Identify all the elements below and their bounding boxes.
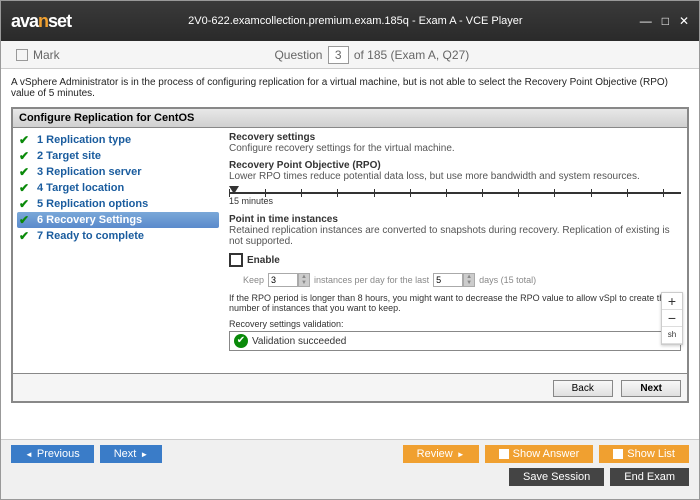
- step-recovery-settings[interactable]: ✔6 Recovery Settings: [17, 212, 219, 228]
- enable-label: Enable: [247, 255, 280, 266]
- step-replication-server[interactable]: ✔3 Replication server: [13, 164, 223, 180]
- slider-value: 15 minutes: [229, 196, 681, 206]
- end-exam-button[interactable]: End Exam: [610, 468, 689, 486]
- validation-msg: Validation succeeded: [252, 336, 346, 347]
- rpo-slider[interactable]: 15 minutes 15 minutes: [229, 192, 681, 206]
- close-icon[interactable]: ✕: [679, 14, 689, 28]
- wizard-content: Recovery settings Configure recovery set…: [223, 128, 687, 373]
- save-session-button[interactable]: Save Session: [509, 468, 604, 486]
- config-panel: Configure Replication for CentOS ✔1 Repl…: [11, 107, 689, 403]
- wizard-buttons: Back Next: [13, 373, 687, 401]
- step-target-site[interactable]: ✔2 Target site: [13, 148, 223, 164]
- wizard-steps: ✔1 Replication type ✔2 Target site ✔3 Re…: [13, 128, 223, 373]
- review-button[interactable]: Review: [403, 445, 479, 463]
- zoom-in-icon[interactable]: +: [662, 293, 682, 310]
- check-icon: ✔: [19, 149, 33, 163]
- spinner-icon[interactable]: ▲▼: [463, 273, 475, 287]
- rpo-title: Recovery Point Objective (RPO): [229, 160, 681, 171]
- config-title: Configure Replication for CentOS: [13, 109, 687, 128]
- question-text: A vSphere Administrator is in the proces…: [1, 69, 699, 107]
- enable-checkbox[interactable]: [229, 253, 243, 267]
- step-ready-complete[interactable]: ✔7 Ready to complete: [13, 228, 223, 244]
- back-button[interactable]: Back: [553, 380, 613, 397]
- next-button[interactable]: Next: [621, 380, 681, 397]
- check-icon: ✔: [19, 213, 33, 227]
- recovery-sub: Configure recovery settings for the virt…: [229, 143, 681, 154]
- enable-row: Enable: [229, 253, 681, 267]
- pit-sub: Retained replication instances are conve…: [229, 225, 681, 247]
- recovery-title: Recovery settings: [229, 132, 681, 143]
- question-indicator: Question 3 of 185 (Exam A, Q27): [60, 46, 684, 64]
- mark-label: Mark: [33, 48, 60, 62]
- spinner-icon[interactable]: ▲▼: [298, 273, 310, 287]
- step-target-location[interactable]: ✔4 Target location: [13, 180, 223, 196]
- days-spinner[interactable]: ▲▼: [433, 273, 475, 287]
- slider-thumb[interactable]: [229, 186, 239, 194]
- question-number: 3: [328, 46, 349, 64]
- minimize-icon[interactable]: —: [640, 14, 652, 28]
- zoom-control: + − sh: [661, 292, 683, 345]
- next-nav-button[interactable]: Next: [100, 445, 163, 463]
- title-bar: avanset 2V0-622.examcollection.premium.e…: [1, 1, 699, 41]
- check-icon: ✔: [19, 165, 33, 179]
- show-list-button[interactable]: Show List: [599, 445, 689, 463]
- footer: Previous Next Review Show Answer Show Li…: [1, 439, 699, 499]
- maximize-icon[interactable]: □: [662, 14, 669, 28]
- app-logo: avanset: [11, 11, 71, 32]
- pit-title: Point in time instances: [229, 214, 681, 225]
- window-title: 2V0-622.examcollection.premium.exam.185q…: [71, 15, 640, 27]
- prev-button[interactable]: Previous: [11, 445, 94, 463]
- zoom-sh[interactable]: sh: [662, 327, 682, 344]
- rpo-note: If the RPO period is longer than 8 hours…: [229, 293, 681, 313]
- mark-checkbox[interactable]: [16, 49, 28, 61]
- check-icon: ✔: [19, 229, 33, 243]
- step-replication-options[interactable]: ✔5 Replication options: [13, 196, 223, 212]
- check-icon: ✔: [19, 197, 33, 211]
- validation-row: ✔ Validation succeeded: [229, 331, 681, 351]
- keep-row: Keep ▲▼ instances per day for the last ▲…: [243, 273, 681, 287]
- zoom-out-icon[interactable]: −: [662, 310, 682, 327]
- square-icon: [499, 449, 509, 459]
- show-answer-button[interactable]: Show Answer: [485, 445, 594, 463]
- rpo-sub: Lower RPO times reduce potential data lo…: [229, 171, 681, 182]
- check-icon: ✔: [19, 181, 33, 195]
- check-icon: ✔: [19, 133, 33, 147]
- question-bar: Mark Question 3 of 185 (Exam A, Q27): [1, 41, 699, 69]
- window-controls: — □ ✕: [640, 14, 689, 28]
- success-icon: ✔: [234, 334, 248, 348]
- validation-label: Recovery settings validation:: [229, 319, 681, 329]
- square-icon: [613, 449, 623, 459]
- keep-spinner[interactable]: ▲▼: [268, 273, 310, 287]
- slider-track[interactable]: [229, 192, 681, 194]
- step-replication-type[interactable]: ✔1 Replication type: [13, 132, 223, 148]
